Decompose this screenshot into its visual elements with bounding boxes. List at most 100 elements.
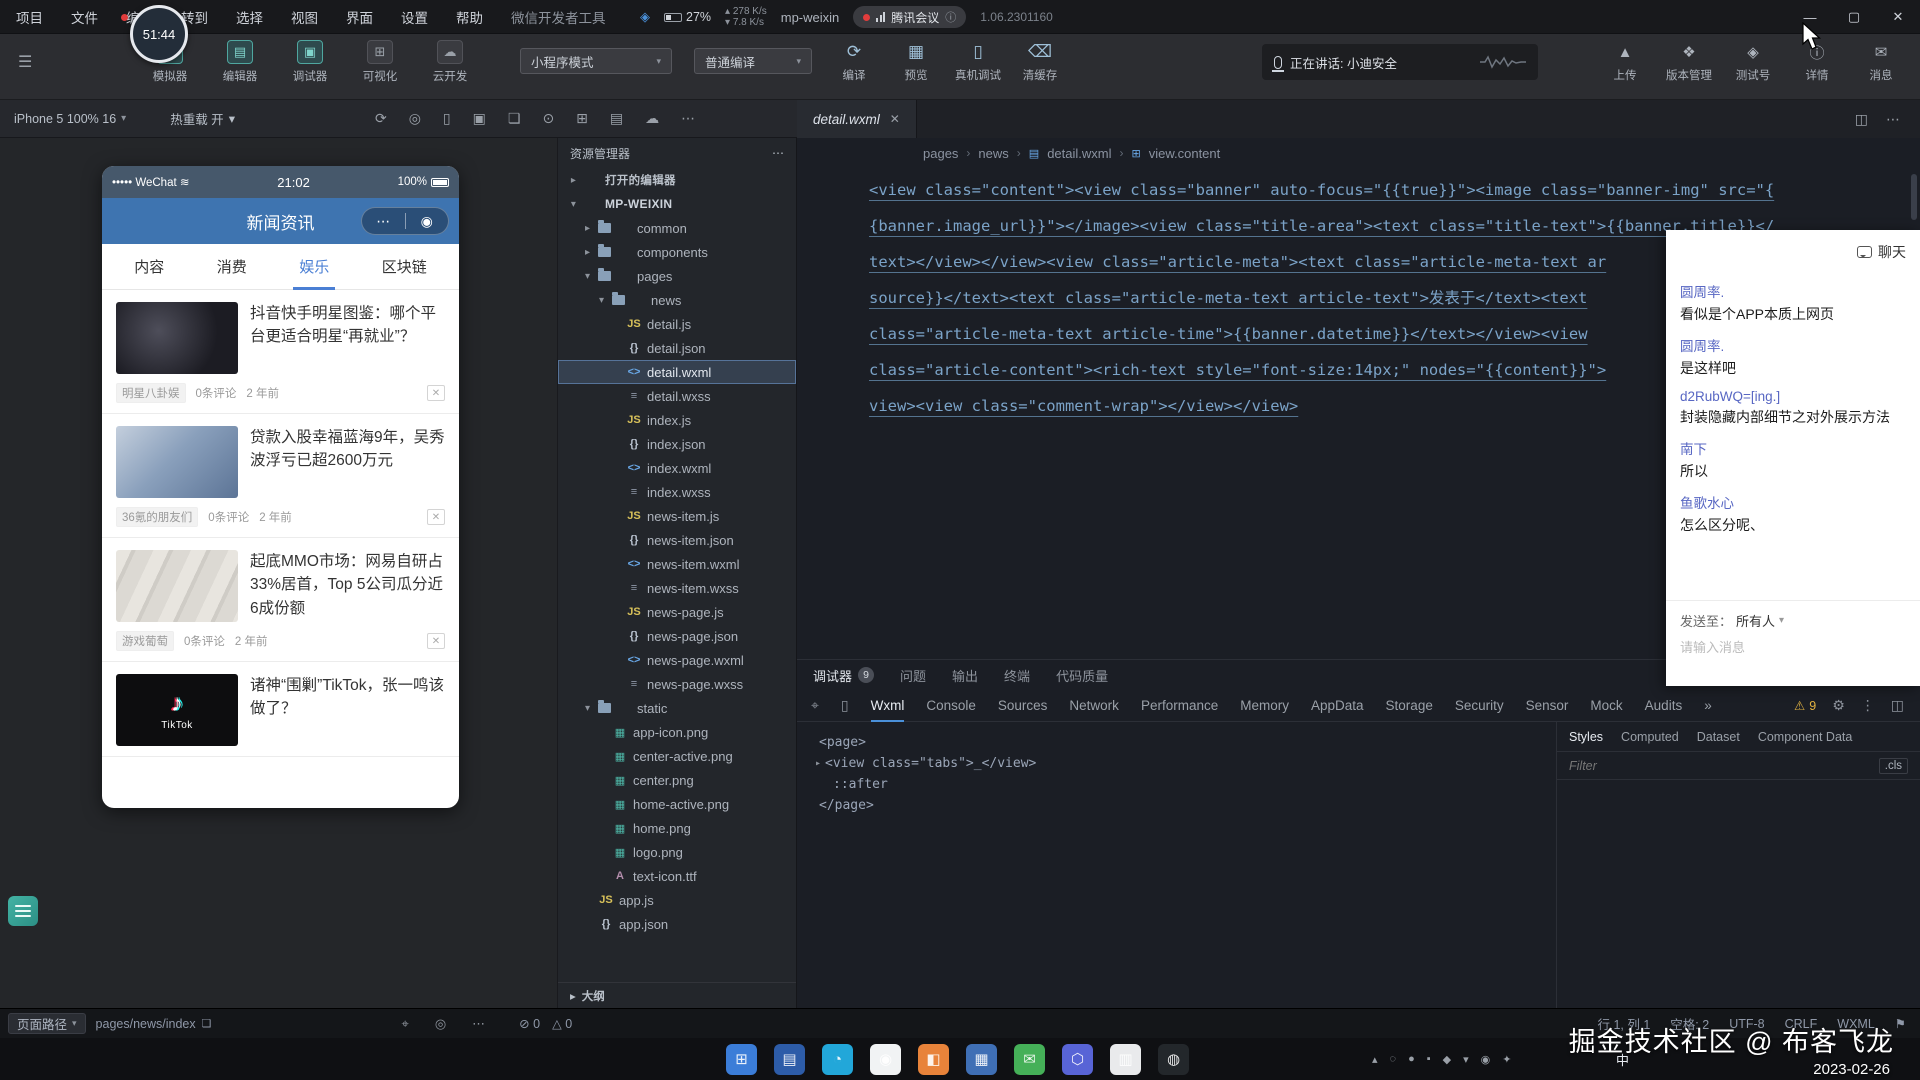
devtools-tab[interactable]: Security — [1455, 690, 1504, 722]
dock-toggle-button[interactable] — [8, 896, 38, 926]
tray-icon[interactable]: ✦ — [1502, 1053, 1511, 1066]
file-tree-item[interactable]: ▸ common — [558, 216, 796, 240]
simulator-tool-icon[interactable]: ◎ — [409, 110, 421, 127]
file-tree-item[interactable]: JS app.js — [558, 888, 796, 912]
styles-filter-input[interactable] — [1569, 759, 1709, 773]
simulator-tool-icon[interactable]: ☁ — [645, 110, 659, 127]
devtools-tab[interactable]: Memory — [1240, 690, 1289, 722]
tray-icon[interactable]: ▪ — [1427, 1053, 1431, 1065]
simulator-tool-icon[interactable]: ⋯ — [681, 110, 695, 127]
toolbar-right-button[interactable]: ▲ 上传 — [1596, 40, 1654, 83]
tray-icon[interactable]: ◉ — [1481, 1053, 1491, 1066]
news-list-item[interactable]: 贷款入股幸福蓝海9年，吴秀波浮亏已超2600万元 36氪的朋友们 0条评论 2 … — [102, 414, 459, 538]
tray-icon[interactable]: ◆ — [1443, 1053, 1451, 1066]
chat-input[interactable] — [1680, 640, 1906, 655]
menubar-item[interactable]: 文件 — [71, 7, 98, 27]
news-list-item[interactable]: 抖音快手明星图鉴：哪个平台更适合明星“再就业”？ 明星八卦娱 0条评论 2 年前… — [102, 290, 459, 414]
file-tree-item[interactable]: ▦ center-active.png — [558, 744, 796, 768]
page-path-select[interactable]: 页面路径 ▾ — [8, 1013, 86, 1034]
news-source-tag[interactable]: 36氪的朋友们 — [116, 507, 198, 527]
simulator-tool-icon[interactable]: ▣ — [473, 110, 486, 127]
file-tree-item[interactable]: <> news-item.wxml — [558, 552, 796, 576]
devtools-tab[interactable]: Sources — [998, 690, 1048, 722]
file-tree-item[interactable]: ≡ detail.wxss — [558, 384, 796, 408]
file-tree-item[interactable]: {} news-item.json — [558, 528, 796, 552]
sidebar-tab[interactable]: Dataset — [1697, 730, 1740, 744]
taskbar-app-icon[interactable]: ▤ — [774, 1044, 805, 1075]
menubar-item[interactable]: 视图 — [291, 7, 318, 27]
language-mode[interactable]: WXML — [1837, 1017, 1875, 1031]
news-list-item[interactable]: ♪ TikTok 诸神“围剿”TikTok，张一鸣该做了？ — [102, 662, 459, 757]
miniapp-capsule[interactable]: ⋯ ◉ — [361, 207, 449, 235]
devtools-tab[interactable]: AppData — [1311, 690, 1364, 722]
close-tab-icon[interactable]: ✕ — [890, 112, 900, 126]
file-tree-item[interactable]: JS news-page.js — [558, 600, 796, 624]
taskbar-app-icon[interactable]: ▥ — [1110, 1044, 1141, 1075]
toolbar-action-button[interactable]: ⟳ 编译 — [828, 40, 880, 83]
news-category-tab[interactable]: 内容 — [134, 244, 164, 290]
tray-icon[interactable]: ◌ — [1390, 1053, 1397, 1065]
close-button[interactable]: ✕ — [1876, 0, 1920, 34]
devtools-tab[interactable]: Network — [1069, 690, 1119, 722]
toolbar-right-button[interactable]: ❖ 版本管理 — [1660, 40, 1718, 83]
meeting-pill[interactable]: 腾讯会议 ⓘ — [853, 6, 966, 28]
taskbar-app-icon[interactable]: ◔ — [822, 1044, 853, 1075]
file-tree-item[interactable]: A text-icon.ttf — [558, 864, 796, 888]
split-editor-icon[interactable]: ◫ — [1855, 111, 1868, 128]
file-tree-item[interactable]: {} index.json — [558, 432, 796, 456]
sidebar-tab[interactable]: Component Data — [1758, 730, 1853, 744]
devtools-tab[interactable]: Sensor — [1526, 690, 1569, 722]
notifications-icon[interactable]: ⚑ — [1895, 1016, 1906, 1031]
panel-toggle-button[interactable]: ⊞ 可视化 — [352, 40, 408, 84]
file-tree-item[interactable]: ▾ pages — [558, 264, 796, 288]
tray-icon[interactable]: ● — [1408, 1053, 1415, 1065]
problems-counter[interactable]: ⊘ 0 △ 0 — [519, 1016, 572, 1031]
editor-tab-detail-wxml[interactable]: detail.wxml ✕ — [797, 100, 917, 138]
dismiss-news-icon[interactable]: ✕ — [427, 385, 445, 401]
taskbar-app-icon[interactable]: ▦ — [966, 1044, 997, 1075]
menubar-item[interactable]: 选择 — [236, 7, 263, 27]
indentation-setting[interactable]: 空格: 2 — [1670, 1014, 1709, 1033]
devtools-tab[interactable]: Audits — [1645, 690, 1683, 722]
devtools-tab[interactable]: Mock — [1590, 690, 1622, 722]
file-tree-item[interactable]: ≡ index.wxss — [558, 480, 796, 504]
menubar-item[interactable]: 界面 — [346, 7, 373, 27]
simulator-tool-icon[interactable]: ⟳ — [375, 110, 387, 127]
info-icon[interactable]: ⓘ — [945, 9, 956, 25]
breadcrumb-item[interactable]: pages — [923, 146, 958, 161]
panel-toggle-button[interactable]: ▣ 调试器 — [282, 40, 338, 84]
simulator-tool-icon[interactable]: ▤ — [610, 110, 623, 127]
file-tree-item[interactable]: {} detail.json — [558, 336, 796, 360]
file-tree-item[interactable]: ▸ components — [558, 240, 796, 264]
statusbar-more-icon[interactable]: ⋯ — [472, 1016, 485, 1032]
toolbar-action-button[interactable]: ⌫ 清缓存 — [1014, 40, 1066, 83]
taskbar-app-icon[interactable]: ⬡ — [1062, 1044, 1093, 1075]
sidebar-tab[interactable]: Styles — [1569, 730, 1603, 744]
file-tree-item[interactable]: ▾ MP-WEIXIN — [558, 192, 796, 216]
editor-scrollbar[interactable] — [1911, 174, 1917, 220]
devtools-tab[interactable]: Wxml — [871, 690, 905, 722]
cursor-position[interactable]: 行 1, 列 1 — [1598, 1014, 1651, 1033]
file-tree-item[interactable]: <> detail.wxml — [558, 360, 796, 384]
locate-icon[interactable]: ⌖ — [402, 1016, 409, 1032]
cls-toggle[interactable]: .cls — [1879, 758, 1908, 774]
toolbar-right-button[interactable]: ◈ 测试号 — [1724, 40, 1782, 83]
debugger-tab[interactable]: 问题 — [900, 666, 926, 685]
encoding-setting[interactable]: UTF-8 — [1729, 1017, 1764, 1031]
hot-reload-toggle[interactable]: 热重载 开▾ — [170, 109, 235, 128]
element-picker-icon[interactable]: ⌖ — [811, 697, 819, 714]
devtools-menu-icon[interactable]: ⋮ — [1861, 697, 1875, 714]
taskbar-app-icon[interactable]: ◧ — [918, 1044, 949, 1075]
eol-setting[interactable]: CRLF — [1785, 1017, 1818, 1031]
breadcrumb-item[interactable]: news — [978, 146, 1008, 161]
devtools-tab[interactable]: Performance — [1141, 690, 1218, 722]
send-to-select[interactable]: 所有人 — [1736, 611, 1775, 630]
simulator-tool-icon[interactable]: ⊞ — [576, 110, 588, 127]
capsule-close-icon[interactable]: ◉ — [406, 213, 449, 230]
toolbar-right-button[interactable]: ✉ 消息 — [1852, 40, 1910, 83]
taskbar-app-icon[interactable]: ✉ — [1014, 1044, 1045, 1075]
taskbar-app-icon[interactable]: ◉ — [870, 1044, 901, 1075]
panel-toggle-button[interactable]: ☁ 云开发 — [422, 40, 478, 84]
file-tree-item[interactable]: ≡ news-item.wxss — [558, 576, 796, 600]
device-mode-icon[interactable]: ▯ — [841, 697, 849, 714]
